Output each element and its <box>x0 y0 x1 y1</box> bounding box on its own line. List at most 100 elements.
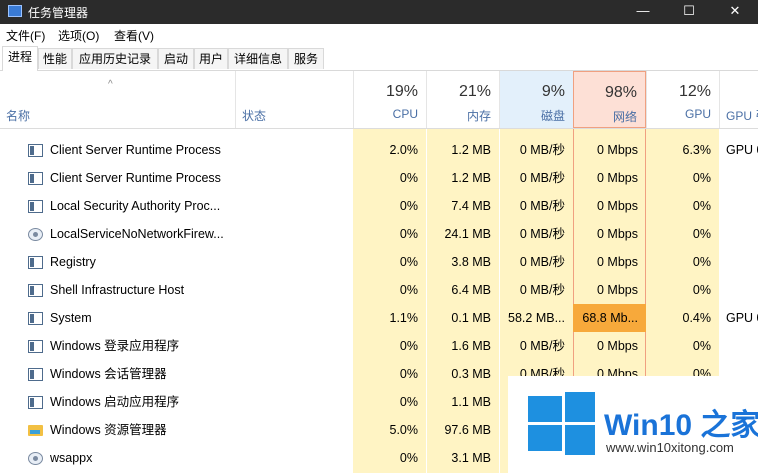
process-name: Windows 资源管理器 <box>50 423 167 437</box>
cpu-value: 0% <box>399 283 418 297</box>
gpu-value: 0% <box>692 255 711 269</box>
column-network[interactable]: 98% 网络 <box>573 71 646 128</box>
disk-value: 0 MB/秒 <box>519 227 565 241</box>
table-row[interactable]: Shell Infrastructure Host 0% 6.4 MB 0 MB/秒 0… <box>0 276 758 304</box>
folder-icon <box>28 425 43 436</box>
gpu-value: 0% <box>692 227 711 241</box>
cpu-value: 1.1% <box>389 311 419 325</box>
column-name[interactable]: 名称 <box>6 107 30 124</box>
process-name: Windows 会话管理器 <box>50 367 167 381</box>
gpu-engine-value <box>726 248 758 276</box>
memory-label: 内存 <box>466 109 491 123</box>
network-label: 网络 <box>612 110 637 124</box>
maximize-button[interactable]: ☐ <box>666 0 712 24</box>
window-icon <box>28 200 43 213</box>
table-row[interactable]: Local Security Authority Proc... 0% 7.4 MB… <box>0 192 758 220</box>
column-gpu-engine[interactable]: GPU 引 <box>719 71 758 128</box>
process-name: Windows 启动应用程序 <box>50 395 180 409</box>
table-row[interactable]: System 1.1% 0.1 MB 58.2 MB... 68.8 Mb... 0.4%… <box>0 304 758 332</box>
network-value: 0 Mbps <box>597 171 638 185</box>
column-gpu[interactable]: 12% GPU <box>646 71 719 128</box>
cpu-value: 0% <box>399 255 418 269</box>
memory-total: 21% <box>458 83 491 100</box>
close-button[interactable]: ✕ <box>712 0 758 24</box>
menu-file[interactable]: 文件(F) <box>6 27 45 44</box>
memory-value: 7.4 MB <box>451 199 491 213</box>
column-disk[interactable]: 9% 磁盘 <box>499 71 573 128</box>
window-icon <box>28 396 43 409</box>
process-name: Shell Infrastructure Host <box>50 283 185 297</box>
network-total: 98% <box>604 84 637 101</box>
gpu-total: 12% <box>678 83 711 100</box>
window-icon <box>28 144 43 157</box>
table-row[interactable]: Client Server Runtime Process 2.0% 1.2 MB 0… <box>0 136 758 164</box>
column-status-cell[interactable]: 状态 <box>235 71 353 128</box>
column-header: ^ 名称 状态 19% CPU 21% 内存 9% 磁盘 98% 网络 12% … <box>0 71 758 129</box>
process-name: Local Security Authority Proc... <box>50 199 221 213</box>
window-icon <box>28 284 43 297</box>
cpu-value: 2.0% <box>389 143 419 157</box>
column-memory[interactable]: 21% 内存 <box>426 71 499 128</box>
tab-processes[interactable]: 进程 <box>2 46 38 71</box>
window-icon <box>28 368 43 381</box>
column-status: 状态 <box>242 109 267 123</box>
network-value: 0 Mbps <box>597 339 638 353</box>
cpu-value: 5.0% <box>389 423 419 437</box>
network-value: 0 Mbps <box>597 199 638 213</box>
memory-value: 0.1 MB <box>451 311 491 325</box>
table-row[interactable]: Registry 0% 3.8 MB 0 MB/秒 0 Mbps 0% <box>0 248 758 276</box>
cpu-value: 0% <box>399 395 418 409</box>
disk-value: 0 MB/秒 <box>519 339 565 353</box>
gpu-engine-value <box>726 332 758 360</box>
cpu-label: CPU <box>392 107 418 121</box>
win10-watermark: Win10 之家 www.win10xitong.com <box>508 376 758 473</box>
gpu-engine-value <box>726 164 758 192</box>
network-value: 0 Mbps <box>597 283 638 297</box>
disk-value: 0 MB/秒 <box>519 143 565 157</box>
cpu-total: 19% <box>385 83 418 100</box>
tab-services[interactable]: 服务 <box>288 48 324 69</box>
gpu-value: 0.4% <box>682 311 712 325</box>
cpu-value: 0% <box>399 227 418 241</box>
minimize-button[interactable]: — <box>620 0 666 24</box>
tab-details[interactable]: 详细信息 <box>228 48 288 69</box>
process-name: Client Server Runtime Process <box>50 143 221 157</box>
memory-value: 1.6 MB <box>451 339 491 353</box>
table-row[interactable]: LocalServiceNoNetworkFirew... 0% 24.1 MB 0 … <box>0 220 758 248</box>
disk-value: 0 MB/秒 <box>519 255 565 269</box>
memory-value: 0.3 MB <box>451 367 491 381</box>
menu-options[interactable]: 选项(O) <box>58 27 99 44</box>
process-name: System <box>50 311 92 325</box>
network-value: 0 Mbps <box>597 143 638 157</box>
gpu-value: 0% <box>692 171 711 185</box>
window-icon <box>28 256 43 269</box>
disk-value: 0 MB/秒 <box>519 171 565 185</box>
disk-total: 9% <box>541 83 565 100</box>
memory-value: 1.2 MB <box>451 171 491 185</box>
gpu-label: GPU <box>684 107 711 121</box>
process-name: Windows 登录应用程序 <box>50 339 180 353</box>
gpu-engine-value: GPU 0 <box>726 311 758 325</box>
tab-users[interactable]: 用户 <box>194 48 228 69</box>
table-row[interactable]: Client Server Runtime Process 0% 1.2 MB 0 M… <box>0 164 758 192</box>
window-icon <box>28 340 43 353</box>
menu-view[interactable]: 查看(V) <box>114 27 154 44</box>
memory-value: 1.1 MB <box>451 395 491 409</box>
gpu-value: 0% <box>692 199 711 213</box>
title-bar: 任务管理器 — ☐ ✕ <box>0 0 758 24</box>
table-row[interactable]: Windows 登录应用程序 0% 1.6 MB 0 MB/秒 0 Mbps 0% <box>0 332 758 360</box>
tab-app-history[interactable]: 应用历史记录 <box>72 48 158 69</box>
disk-value: 0 MB/秒 <box>519 283 565 297</box>
column-cpu[interactable]: 19% CPU <box>353 71 426 128</box>
memory-value: 24.1 MB <box>444 227 491 241</box>
tab-performance[interactable]: 性能 <box>38 48 72 69</box>
process-name: Registry <box>50 255 96 269</box>
cpu-value: 0% <box>399 339 418 353</box>
gpu-value: 6.3% <box>682 143 712 157</box>
network-value: 0 Mbps <box>597 255 638 269</box>
watermark-url: www.win10xitong.com <box>606 440 734 455</box>
gpu-engine-value: GPU 0 <box>726 143 758 157</box>
disk-value: 0 MB/秒 <box>519 199 565 213</box>
tab-startup[interactable]: 启动 <box>158 48 194 69</box>
sort-up-icon: ^ <box>108 79 113 90</box>
